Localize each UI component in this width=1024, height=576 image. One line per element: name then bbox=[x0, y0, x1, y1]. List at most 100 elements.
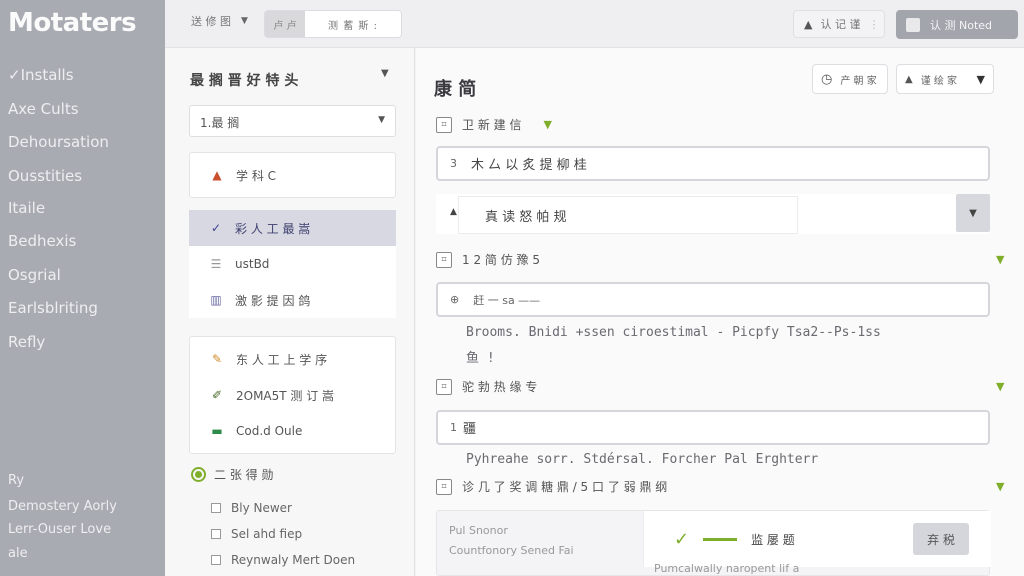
section-description: Brooms. Bnidi +ssen ciroestimal - Picpfy… bbox=[466, 325, 881, 340]
field-prefix: 3 bbox=[450, 157, 457, 170]
history-button-label: 产 朝 家 bbox=[840, 75, 877, 87]
nav-item-itaile[interactable]: Itaile bbox=[8, 199, 45, 217]
upload-button-label: 谨 绘 家 bbox=[920, 75, 958, 87]
nav-footer-item[interactable]: Demostery Aorly bbox=[8, 499, 117, 514]
panel-list-tertiary: ✎ 东 人 工 上 学 序 ✐ 2OMA5T 测 订 嵩 ▬ Cod.d Oul… bbox=[189, 336, 396, 454]
main-panel: 康 简 ◷ 产 朝 家 ▲ 谨 绘 家 ▼ ⌗ 卫 新 建 信 ▼ 3 木 厶 … bbox=[416, 48, 1024, 576]
nav-item-axe-cults[interactable]: Axe Cults bbox=[8, 100, 79, 118]
brand-logo-text: Motaters bbox=[8, 8, 137, 38]
top-tab-group: 卢 卢 测 蓄 斯 : bbox=[264, 10, 402, 38]
checkbox-label: Sel ahd fiep bbox=[231, 527, 303, 541]
chevron-down-icon[interactable]: ▼ bbox=[381, 68, 389, 79]
caret-up-icon: ▲ bbox=[450, 207, 457, 217]
left-navigation: Motaters ✓Installs Axe Cults Dehoursatio… bbox=[0, 0, 165, 576]
select-value: 真 读 怒 帕 规 bbox=[485, 209, 567, 225]
field-value: 疆 bbox=[463, 422, 477, 437]
top-dropdown[interactable]: 送 修 图 ▼ bbox=[191, 13, 248, 29]
top-tab-a[interactable]: 卢 卢 bbox=[265, 11, 305, 37]
list-item[interactable]: ▬ Cod.d Oule bbox=[190, 413, 395, 449]
check-icon: ✓ bbox=[210, 221, 222, 235]
nav-item-dehoursation[interactable]: Dehoursation bbox=[8, 133, 109, 151]
nav-item-ousstities[interactable]: Ousstities bbox=[8, 167, 82, 185]
chevron-down-icon: ▼ bbox=[976, 72, 985, 86]
nav-item-bedhexis[interactable]: Bedhexis bbox=[8, 232, 76, 250]
top-user-label: 认 记 谨 bbox=[820, 18, 861, 31]
history-button[interactable]: ◷ 产 朝 家 bbox=[812, 64, 888, 94]
checkbox-section-title: 二 张 得 勋 bbox=[214, 468, 274, 482]
checkbox[interactable] bbox=[211, 529, 221, 539]
bell-icon: ▲ bbox=[804, 17, 813, 31]
chevron-down-icon[interactable]: ▼ bbox=[543, 118, 551, 131]
edit-icon: ✎ bbox=[211, 352, 223, 366]
nav-item-osgrial[interactable]: Osgrial bbox=[8, 266, 61, 284]
chevron-down-icon[interactable]: ▼ bbox=[996, 480, 1004, 493]
divider: ⋮ bbox=[868, 17, 880, 31]
text-field[interactable]: 1 疆 bbox=[436, 410, 990, 445]
card-footnote: Pumcalwally naropent lif a bbox=[654, 562, 800, 575]
section-header: ⌗ 驼 勃 热 缘 专 bbox=[436, 378, 537, 395]
nav-item-installs[interactable]: ✓Installs bbox=[8, 66, 74, 84]
page-title: 康 简 bbox=[434, 79, 477, 100]
card-right-label: 监 屡 题 bbox=[751, 532, 795, 547]
nav-footer-item[interactable]: Lerr-Ouser Love bbox=[8, 522, 111, 537]
field-value: 赶 一 sa —— bbox=[473, 293, 541, 307]
list-item[interactable]: ▥ 激 影 提 因 鸽 bbox=[189, 282, 396, 318]
checkbox-label: Bly Newer bbox=[231, 501, 292, 515]
section-title: 驼 勃 热 缘 专 bbox=[462, 380, 538, 394]
section-header: ⌗ 诊 几 了 奖 调 糖 鼎 / 5 口 了 弱 鼎 纲 bbox=[436, 478, 667, 495]
checkbox-section-header: 二 张 得 勋 bbox=[191, 466, 355, 483]
text-field[interactable]: 3 木 厶 以 炙 提 柳 桂 bbox=[436, 146, 990, 181]
image-icon: ⌗ bbox=[436, 116, 452, 133]
image-icon: ⌗ bbox=[436, 378, 452, 395]
list-item[interactable]: ✐ 2OMA5T 测 订 嵩 bbox=[190, 377, 395, 413]
chevron-down-icon[interactable]: ▼ bbox=[996, 253, 1004, 266]
section-description: Pyhreahe sorr. Stdérsal. Forcher Pal Erg… bbox=[466, 452, 819, 467]
panel-select[interactable]: 1.最 搁 ▼ bbox=[189, 105, 396, 137]
panel-title: 最 搁 晋 好 特 头 bbox=[190, 73, 299, 89]
pen-icon: ✐ bbox=[211, 388, 223, 402]
nav-item-earlsblriting[interactable]: Earlsblriting bbox=[8, 299, 98, 317]
select-row[interactable]: ▲ 真 读 怒 帕 规 ▼ bbox=[436, 194, 990, 234]
chevron-down-icon[interactable]: ▼ bbox=[996, 380, 1004, 393]
chevron-down-icon: ▼ bbox=[241, 16, 248, 26]
radio-icon[interactable] bbox=[191, 467, 206, 482]
chevron-down-icon[interactable]: ▼ bbox=[956, 194, 990, 232]
section-title: 诊 几 了 奖 调 糖 鼎 / 5 口 了 弱 鼎 纲 bbox=[462, 480, 668, 494]
section-description: 鱼 ! bbox=[466, 351, 495, 366]
upload-button[interactable]: ▲ 谨 绘 家 ▼ bbox=[896, 64, 994, 94]
account-button[interactable]: 认 测 Noted bbox=[896, 10, 1018, 39]
checkbox-row[interactable]: Reynwaly Mert Doen bbox=[211, 547, 355, 573]
list-icon: ☰ bbox=[210, 257, 222, 271]
text-field[interactable]: ⊕ 赶 一 sa —— bbox=[436, 282, 990, 317]
section-title: 1 2 简 仿 豫 5 bbox=[462, 253, 540, 267]
list-item[interactable]: ▲ 学 科 C bbox=[190, 153, 395, 197]
panel-list-primary: ▲ 学 科 C bbox=[189, 152, 396, 198]
nav-footer-item[interactable]: ale bbox=[8, 546, 28, 561]
field-prefix: 1 bbox=[450, 421, 457, 434]
list-item-active[interactable]: ✓ 彩 人 工 最 嵩 bbox=[189, 210, 396, 246]
chart-icon: ▥ bbox=[210, 293, 222, 307]
image-icon: ⌗ bbox=[436, 478, 452, 495]
panel-list-secondary: ✓ 彩 人 工 最 嵩 ☰ ustBd ▥ 激 影 提 因 鸽 bbox=[189, 210, 396, 318]
image-icon: ⌗ bbox=[436, 251, 452, 268]
triangle-icon: ▲ bbox=[212, 168, 222, 182]
checkbox[interactable] bbox=[211, 503, 221, 513]
checkbox-label: Reynwaly Mert Doen bbox=[231, 553, 356, 567]
checkbox-row[interactable]: Sel ahd fiep bbox=[211, 521, 355, 547]
list-item-label: 激 影 提 因 鸽 bbox=[235, 293, 311, 308]
nav-footer-item[interactable]: Ry bbox=[8, 473, 24, 488]
list-item[interactable]: ☰ ustBd bbox=[189, 246, 396, 282]
card-left-line: Countfonory Sened Fai bbox=[449, 544, 574, 557]
check-icon: ✓ bbox=[674, 528, 690, 550]
checkbox-row[interactable]: Bly Newer bbox=[211, 495, 355, 521]
nav-item-refly[interactable]: Refly bbox=[8, 333, 45, 351]
top-tab-b[interactable]: 测 蓄 斯 : bbox=[305, 11, 401, 37]
checkbox[interactable] bbox=[211, 555, 221, 565]
top-user-button[interactable]: ▲ 认 记 谨 ⋮ bbox=[793, 10, 885, 38]
card-left-line: Pul Snonor bbox=[449, 524, 508, 537]
select-input[interactable]: 真 读 怒 帕 规 bbox=[458, 196, 798, 234]
panel-select-value: 1.最 搁 bbox=[200, 116, 240, 130]
card-action-button[interactable]: 弃 税 bbox=[913, 523, 969, 555]
list-item[interactable]: ✎ 东 人 工 上 学 序 bbox=[190, 341, 395, 377]
user-icon bbox=[906, 17, 920, 32]
